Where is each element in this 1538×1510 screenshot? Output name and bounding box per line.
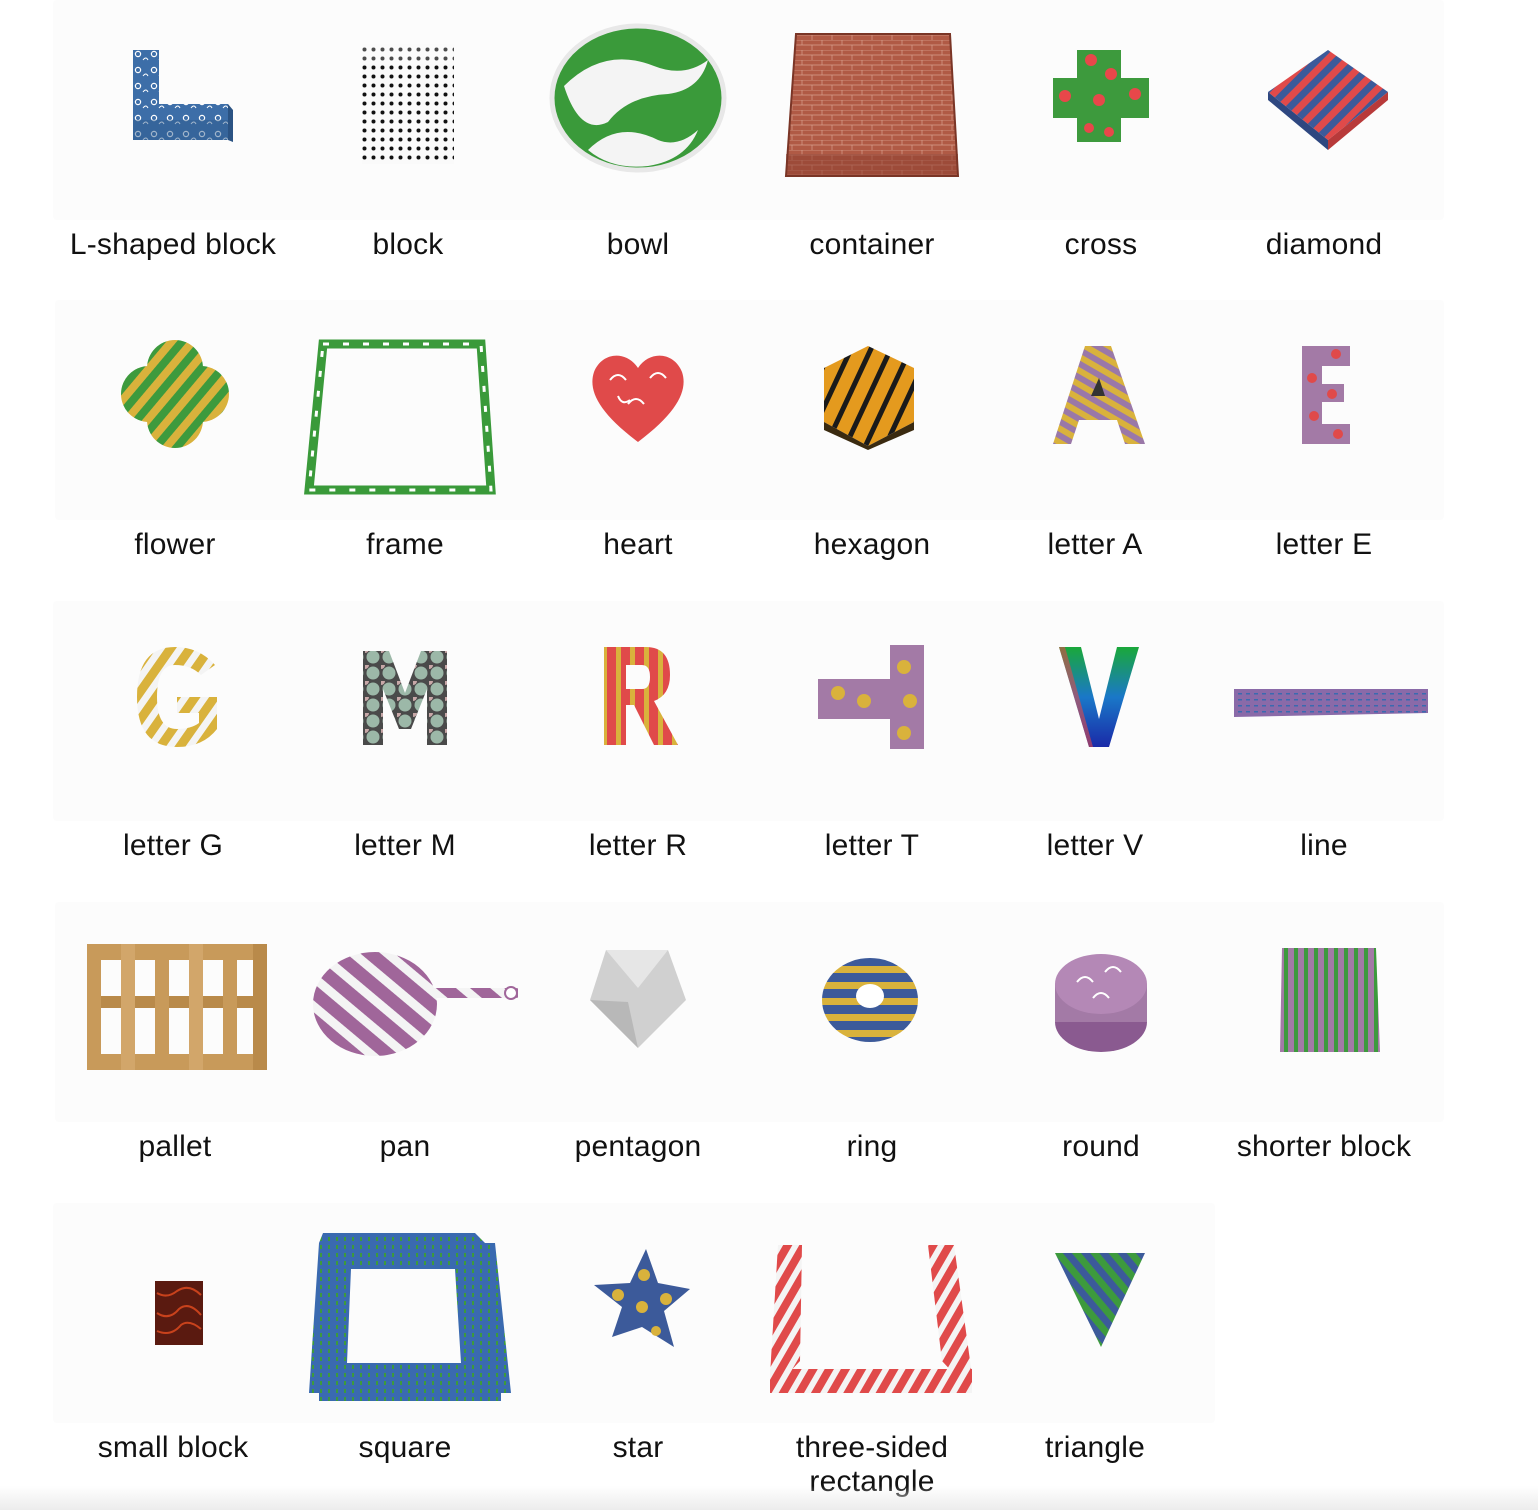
letter-v-icon xyxy=(975,601,1215,821)
gallery-item-label: diamond xyxy=(1265,228,1383,261)
letter-a-icon xyxy=(975,300,1215,520)
flower-icon xyxy=(55,300,295,520)
pan-icon xyxy=(285,902,525,1122)
letter-t-icon xyxy=(752,601,992,821)
star-icon xyxy=(518,1203,758,1423)
shorter-block-icon xyxy=(1204,902,1444,1122)
heart-icon xyxy=(518,300,758,520)
diamond-icon xyxy=(1204,0,1444,220)
bottom-edge-shadow xyxy=(0,1486,1538,1510)
letter-m-icon xyxy=(285,601,525,821)
square-icon xyxy=(285,1203,525,1423)
three-sided-rectangle-icon xyxy=(752,1203,992,1423)
gallery-item-label: shorter block xyxy=(1236,1130,1412,1163)
letter-e-icon xyxy=(1204,300,1444,520)
block-icon xyxy=(288,0,528,220)
bowl-icon xyxy=(518,0,758,220)
round-icon xyxy=(981,902,1221,1122)
letter-g-icon xyxy=(53,601,293,821)
ring-icon xyxy=(752,902,992,1122)
gallery-item-label: letter E xyxy=(1275,528,1373,561)
line-icon xyxy=(1204,601,1444,821)
cross-icon xyxy=(981,0,1221,220)
hexagon-icon xyxy=(752,300,992,520)
triangle-icon xyxy=(975,1203,1215,1423)
container-icon xyxy=(752,0,992,220)
small-block-icon xyxy=(53,1203,293,1423)
gallery-item-label: triangle xyxy=(1045,1431,1145,1464)
l-shaped-block-icon xyxy=(53,0,293,220)
pallet-icon xyxy=(55,902,295,1122)
gallery-item-label: line xyxy=(1300,829,1348,862)
pentagon-icon xyxy=(518,902,758,1122)
object-gallery: L-shaped block block bowl container cros… xyxy=(0,0,1538,1510)
letter-r-icon xyxy=(518,601,758,821)
frame-icon xyxy=(285,300,525,520)
